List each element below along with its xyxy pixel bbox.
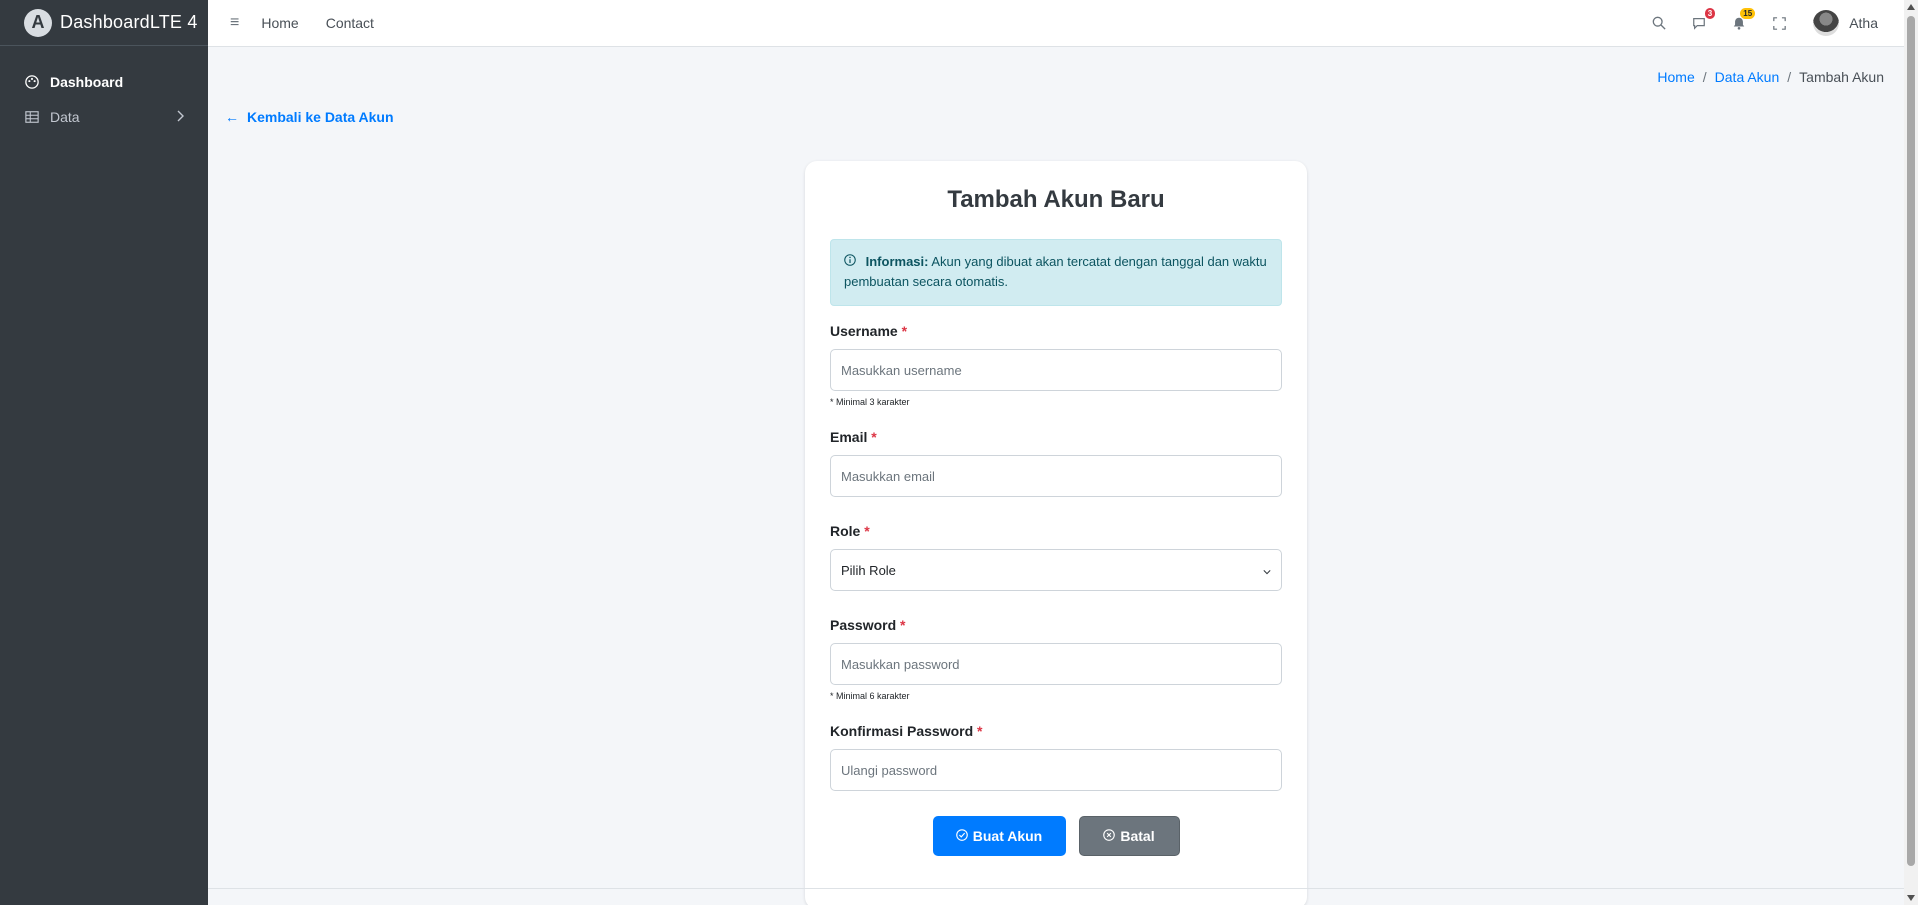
confirm-password-input[interactable]: Ulangi password (830, 749, 1282, 791)
username-input[interactable]: Masukkan username (830, 349, 1282, 391)
required-mark: * (900, 617, 906, 633)
password-input[interactable]: Masukkan password (830, 643, 1282, 685)
breadcrumb-home[interactable]: Home (1657, 69, 1694, 85)
email-label-text: Email (830, 429, 868, 445)
back-link[interactable]: ← Kembali ke Data Akun (225, 109, 394, 125)
create-account-button[interactable]: Buat Akun (932, 816, 1066, 856)
brand[interactable]: A DashboardLTE 4 (0, 0, 208, 46)
email-group: Email * Masukkan email (830, 429, 1282, 497)
breadcrumb-current: Tambah Akun (1799, 69, 1884, 85)
sidebar-item-label: Data (50, 108, 80, 125)
sidebar-item-dashboard[interactable]: Dashboard (0, 64, 208, 99)
password-placeholder: Masukkan password (841, 656, 960, 672)
username-group: Username * Masukkan username * Minimal 3… (830, 323, 1282, 409)
role-select[interactable]: Pilih Role (830, 549, 1282, 591)
vertical-scrollbar[interactable] (1904, 0, 1918, 905)
chevron-right-icon (176, 109, 184, 125)
email-placeholder: Masukkan email (841, 468, 935, 484)
arrow-left-icon: ← (225, 109, 239, 125)
info-title: Informasi: (865, 254, 929, 269)
nav-link-contact[interactable]: Contact (326, 15, 374, 31)
nav-link-home[interactable]: Home (261, 15, 298, 31)
info-circle-icon (844, 252, 856, 272)
password-label-text: Password (830, 617, 897, 633)
check-circle-icon (955, 828, 968, 844)
confirm-password-group: Konfirmasi Password * Ulangi password (830, 723, 1282, 791)
role-group: Role * Pilih Role (830, 523, 1282, 591)
password-label: Password * (830, 617, 1282, 633)
email-input[interactable]: Masukkan email (830, 455, 1282, 497)
scroll-down-arrow[interactable] (1907, 895, 1915, 901)
notifications-badge: 15 (1740, 8, 1756, 19)
required-mark: * (864, 523, 870, 539)
user-menu[interactable]: Atha (1813, 10, 1878, 36)
palette-icon (24, 74, 40, 90)
sidebar-nav: Dashboard Data (0, 46, 208, 134)
breadcrumb-data-akun[interactable]: Data Akun (1715, 69, 1780, 85)
messages-badge: 3 (1704, 8, 1716, 19)
breadcrumb: Home / Data Akun / Tambah Akun (1657, 69, 1884, 85)
back-link-label: Kembali ke Data Akun (247, 109, 394, 125)
cancel-label: Batal (1120, 828, 1155, 844)
avatar (1813, 10, 1840, 36)
required-mark: * (977, 723, 983, 739)
scrollbar-thumb[interactable] (1907, 16, 1915, 866)
username-hint: * Minimal 3 karakter (830, 397, 910, 407)
required-mark: * (871, 429, 877, 445)
cancel-button[interactable]: Batal (1078, 816, 1180, 856)
required-mark: * (901, 323, 908, 339)
username-label: Username * (830, 323, 1282, 339)
username-placeholder: Masukkan username (841, 362, 962, 378)
messages-icon[interactable]: 3 (1689, 8, 1716, 33)
page-title: Tambah Akun Baru (947, 186, 1165, 213)
app-root: A DashboardLTE 4 Dashboard Data ≡ Home C… (0, 0, 1918, 905)
confirm-password-label-text: Konfirmasi Password (830, 723, 974, 739)
form-actions: Buat Akun Batal (830, 816, 1282, 856)
sidebar-item-data[interactable]: Data (0, 99, 208, 134)
brand-logo-letter: A (31, 12, 45, 32)
menu-toggle-icon[interactable]: ≡ (230, 14, 239, 32)
search-icon[interactable] (1649, 13, 1669, 33)
password-hint: * Minimal 6 karakter (830, 691, 910, 701)
email-label: Email * (830, 429, 1282, 445)
user-name: Atha (1849, 15, 1878, 31)
scroll-up-arrow[interactable] (1907, 4, 1915, 10)
breadcrumb-separator: / (1787, 69, 1792, 85)
fullscreen-icon[interactable] (1769, 13, 1789, 33)
main-content: Home / Data Akun / Tambah Akun ← Kembali… (208, 47, 1904, 905)
create-account-label: Buat Akun (972, 828, 1043, 844)
role-selected-value: Pilih Role (841, 562, 896, 578)
password-group: Password * Masukkan password * Minimal 6… (830, 617, 1282, 703)
topbar-actions: 3 15 Atha (1629, 8, 1918, 36)
chevron-down-icon (1263, 563, 1271, 578)
confirm-password-placeholder: Ulangi password (841, 762, 938, 778)
breadcrumb-separator: / (1702, 69, 1707, 85)
sidebar: A DashboardLTE 4 Dashboard Data (0, 0, 208, 905)
brand-name: DashboardLTE 4 (60, 12, 198, 32)
role-label: Role * (830, 523, 1282, 539)
info-alert: Informasi: Akun yang dibuat akan tercata… (830, 239, 1282, 306)
create-account-card: Tambah Akun Baru Informasi: Akun yang di… (805, 161, 1307, 905)
confirm-password-label: Konfirmasi Password * (830, 723, 1282, 739)
role-label-text: Role (830, 523, 861, 539)
brand-logo: A (24, 8, 52, 37)
footer-divider (208, 888, 1904, 889)
sidebar-item-label: Dashboard (50, 73, 124, 90)
x-circle-icon (1103, 828, 1116, 844)
topbar: ≡ Home Contact 3 15 Atha (208, 0, 1918, 47)
table-icon (24, 109, 40, 125)
username-label-text: Username (830, 323, 898, 339)
bell-icon[interactable]: 15 (1729, 8, 1756, 33)
